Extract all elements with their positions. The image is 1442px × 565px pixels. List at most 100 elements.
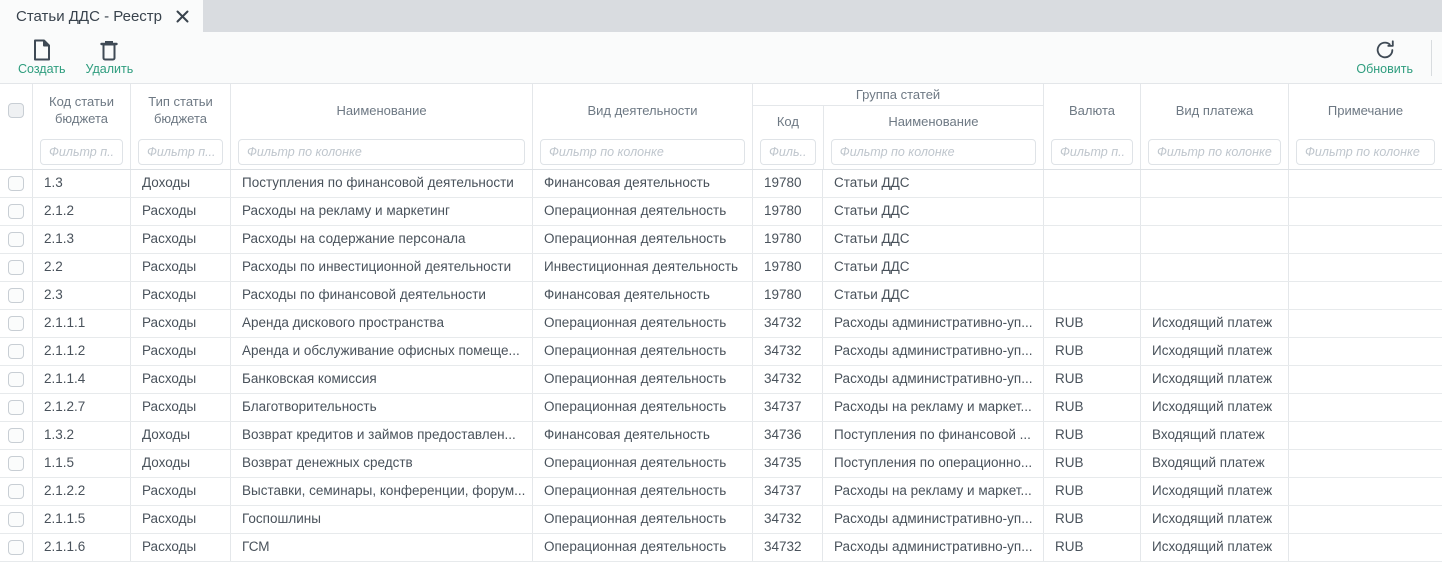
cell-name: ГСМ [230, 534, 532, 561]
cell-budget-type: Расходы [130, 534, 230, 561]
cell-activity: Операционная деятельность [532, 394, 752, 421]
filter-budget-type-input[interactable] [138, 139, 223, 165]
cell-group-code: 34732 [752, 506, 822, 533]
cell-group-name: Статьи ДДС [822, 282, 1043, 309]
row-checkbox-cell [0, 338, 32, 365]
row-checkbox-cell [0, 226, 32, 253]
cell-activity: Инвестиционная деятельность [532, 254, 752, 281]
cell-budget-code: 2.1.1.5 [32, 506, 130, 533]
table-row[interactable]: 2.3РасходыРасходы по финансовой деятельн… [0, 282, 1442, 310]
row-checkbox[interactable] [8, 512, 24, 527]
row-checkbox[interactable] [8, 176, 24, 191]
cell-payment-type: Входящий платеж [1140, 450, 1288, 477]
cell-activity: Операционная деятельность [532, 198, 752, 225]
filter-group-code-input[interactable] [760, 139, 816, 165]
filter-budget-code-input[interactable] [40, 139, 123, 165]
table-row[interactable]: 2.1.2РасходыРасходы на рекламу и маркети… [0, 198, 1442, 226]
table-row[interactable]: 2.1.3РасходыРасходы на содержание персон… [0, 226, 1442, 254]
row-checkbox[interactable] [8, 372, 24, 387]
select-all-checkbox[interactable] [8, 103, 24, 118]
row-checkbox-cell [0, 282, 32, 309]
row-checkbox-cell [0, 198, 32, 225]
filter-payment-type-input[interactable] [1148, 139, 1281, 165]
row-checkbox[interactable] [8, 316, 24, 331]
cell-activity: Операционная деятельность [532, 478, 752, 505]
table-row[interactable]: 1.1.5ДоходыВозврат денежных средствОпера… [0, 450, 1442, 478]
filter-name-input[interactable] [238, 139, 525, 165]
cell-note [1288, 366, 1442, 393]
row-checkbox-cell [0, 170, 32, 197]
table-row[interactable]: 2.1.1.5РасходыГоспошлиныОперационная дея… [0, 506, 1442, 534]
cell-currency [1043, 282, 1140, 309]
column-group-name-label[interactable]: Наименование [823, 106, 1043, 138]
header-checkbox-cell [0, 84, 32, 169]
cell-group-code: 34737 [752, 394, 822, 421]
table-row[interactable]: 1.3.2ДоходыВозврат кредитов и займов пре… [0, 422, 1442, 450]
table-row[interactable]: 1.3ДоходыПоступления по финансовой деяте… [0, 170, 1442, 198]
cell-name: Расходы на рекламу и маркетинг [230, 198, 532, 225]
cell-payment-type: Исходящий платеж [1140, 366, 1288, 393]
cell-activity: Финансовая деятельность [532, 422, 752, 449]
cell-name: Госпошлины [230, 506, 532, 533]
row-checkbox-cell [0, 254, 32, 281]
cell-activity: Операционная деятельность [532, 506, 752, 533]
delete-button[interactable]: Удалить [76, 37, 144, 78]
row-checkbox[interactable] [8, 484, 24, 499]
cell-note [1288, 394, 1442, 421]
row-checkbox[interactable] [8, 204, 24, 219]
row-checkbox[interactable] [8, 288, 24, 303]
table-row[interactable]: 2.1.1.4РасходыБанковская комиссияОпераци… [0, 366, 1442, 394]
refresh-button[interactable]: Обновить [1346, 37, 1423, 78]
cell-name: Возврат кредитов и займов предоставлен..… [230, 422, 532, 449]
filter-activity-input[interactable] [540, 139, 745, 165]
row-checkbox[interactable] [8, 232, 24, 247]
cell-currency: RUB [1043, 310, 1140, 337]
table-row[interactable]: 2.1.1.1РасходыАренда дискового пространс… [0, 310, 1442, 338]
cell-note [1288, 534, 1442, 561]
table-row[interactable]: 2.1.2.7РасходыБлаготворительностьОпераци… [0, 394, 1442, 422]
cell-budget-code: 1.3 [32, 170, 130, 197]
tab-cashflow-registry[interactable]: Статьи ДДС - Реестр [0, 0, 203, 32]
cell-group-code: 34737 [752, 478, 822, 505]
column-group-code-label[interactable]: Код [753, 106, 823, 138]
refresh-button-label: Обновить [1356, 63, 1413, 76]
row-checkbox[interactable] [8, 260, 24, 275]
row-checkbox[interactable] [8, 400, 24, 415]
create-button[interactable]: Создать [8, 37, 76, 78]
row-checkbox[interactable] [8, 540, 24, 555]
cell-payment-type: Исходящий платеж [1140, 506, 1288, 533]
cell-group-name: Статьи ДДС [822, 226, 1043, 253]
table-row[interactable]: 2.1.1.2РасходыАренда и обслуживание офис… [0, 338, 1442, 366]
column-note[interactable]: Примечание [1288, 84, 1442, 169]
toolbar-divider [1431, 40, 1432, 76]
cell-name: Благотворительность [230, 394, 532, 421]
table-row[interactable]: 2.2РасходыРасходы по инвестиционной деят… [0, 254, 1442, 282]
close-icon[interactable] [176, 10, 189, 23]
filter-note-input[interactable] [1296, 139, 1435, 165]
column-activity[interactable]: Вид деятельности [532, 84, 752, 169]
column-budget-code[interactable]: Код статьи бюджета [32, 84, 130, 169]
cell-name: Банковская комиссия [230, 366, 532, 393]
table-row[interactable]: 2.1.2.2РасходыВыставки, семинары, конфер… [0, 478, 1442, 506]
cell-payment-type [1140, 282, 1288, 309]
column-name-label: Наименование [231, 84, 532, 137]
column-budget-type-label: Тип статьи бюджета [131, 84, 230, 137]
column-name[interactable]: Наименование [230, 84, 532, 169]
cell-budget-code: 1.1.5 [32, 450, 130, 477]
toolbar: Создать Удалить Обновить [0, 32, 1442, 84]
filter-currency-input[interactable] [1051, 139, 1133, 165]
cell-note [1288, 450, 1442, 477]
cell-note [1288, 226, 1442, 253]
column-budget-type[interactable]: Тип статьи бюджета [130, 84, 230, 169]
row-checkbox-cell [0, 534, 32, 561]
filter-group-name-input[interactable] [831, 139, 1036, 165]
column-payment-type[interactable]: Вид платежа [1140, 84, 1288, 169]
table-row[interactable]: 2.1.1.6РасходыГСМОперационная деятельнос… [0, 534, 1442, 562]
row-checkbox[interactable] [8, 456, 24, 471]
cell-name: Аренда и обслуживание офисных помеще... [230, 338, 532, 365]
row-checkbox[interactable] [8, 428, 24, 443]
cell-group-name: Статьи ДДС [822, 254, 1043, 281]
column-currency[interactable]: Валюта [1043, 84, 1140, 169]
cell-budget-type: Расходы [130, 198, 230, 225]
row-checkbox[interactable] [8, 344, 24, 359]
